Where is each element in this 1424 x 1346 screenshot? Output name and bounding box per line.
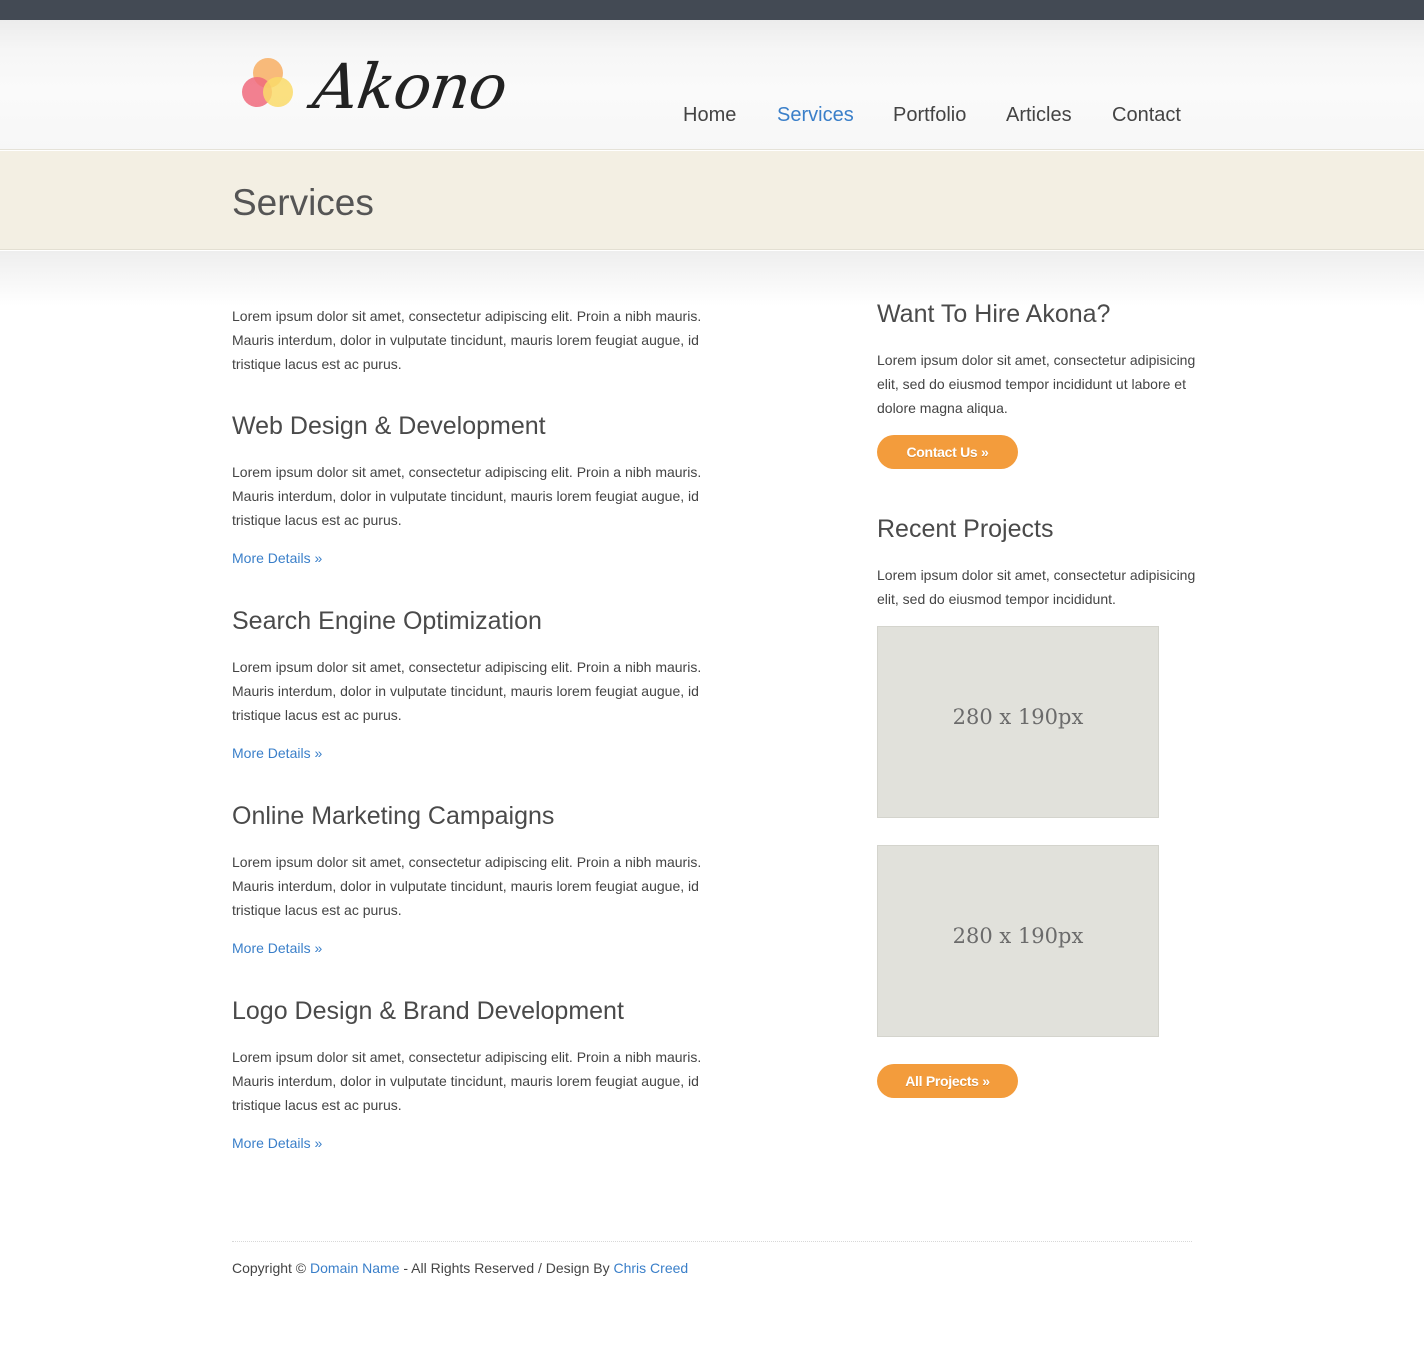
footer-middle: - All Rights Reserved / Design By [399, 1260, 614, 1276]
section-title-seo: Search Engine Optimization [232, 607, 542, 635]
hire-text: Lorem ipsum dolor sit amet, consectetur … [877, 352, 1196, 416]
logo-circles-icon [242, 58, 293, 107]
site-logo[interactable]: Akono [240, 50, 511, 126]
designer-link[interactable]: Chris Creed [613, 1260, 688, 1276]
footer-prefix: Copyright © [232, 1260, 311, 1276]
hire-title: Want To Hire Akona? [877, 300, 1111, 328]
placeholder-label: 280 x 190px [952, 924, 1084, 948]
intro-text: Lorem ipsum dolor sit amet, consectetur … [232, 308, 702, 372]
nav-item-articles[interactable]: Articles [1006, 104, 1072, 127]
nav-item-portfolio[interactable]: Portfolio [893, 104, 966, 127]
logo-wordmark: Akono [308, 50, 512, 123]
recent-projects-text: Lorem ipsum dolor sit amet, consectetur … [877, 567, 1196, 607]
more-details-link-web-design[interactable]: More Details » [232, 550, 322, 566]
page-title: Services [232, 182, 374, 223]
more-details-link-seo[interactable]: More Details » [232, 745, 322, 761]
footer-divider [232, 1241, 1192, 1242]
more-details-link-marketing[interactable]: More Details » [232, 940, 322, 956]
top-bar [0, 0, 1424, 20]
section-text-web-design: Lorem ipsum dolor sit amet, consectetur … [232, 464, 702, 528]
footer-copyright: Copyright © Domain Name - All Rights Res… [232, 1260, 688, 1276]
project-thumbnail[interactable]: 280 x 190px [877, 845, 1159, 1037]
banner-shadow [0, 251, 1424, 306]
domain-name-link[interactable]: Domain Name [310, 1260, 399, 1276]
section-title-logo-design: Logo Design & Brand Development [232, 997, 624, 1025]
section-text-logo-design: Lorem ipsum dolor sit amet, consectetur … [232, 1049, 702, 1113]
nav-item-home[interactable]: Home [683, 104, 736, 127]
section-text-marketing: Lorem ipsum dolor sit amet, consectetur … [232, 854, 702, 918]
more-details-link-logo-design[interactable]: More Details » [232, 1135, 322, 1151]
contact-us-button[interactable]: Contact Us » [877, 435, 1018, 469]
section-text-seo: Lorem ipsum dolor sit amet, consectetur … [232, 659, 702, 723]
nav-item-services[interactable]: Services [777, 104, 854, 127]
recent-projects-title: Recent Projects [877, 515, 1054, 543]
section-title-web-design: Web Design & Development [232, 412, 546, 440]
site-header: Akono Home Services Portfolio Articles C… [0, 20, 1424, 150]
page-banner: Services [0, 151, 1424, 250]
all-projects-button[interactable]: All Projects » [877, 1064, 1018, 1098]
nav-item-contact[interactable]: Contact [1112, 104, 1181, 127]
placeholder-label: 280 x 190px [952, 705, 1084, 729]
project-thumbnail[interactable]: 280 x 190px [877, 626, 1159, 818]
section-title-marketing: Online Marketing Campaigns [232, 802, 555, 830]
